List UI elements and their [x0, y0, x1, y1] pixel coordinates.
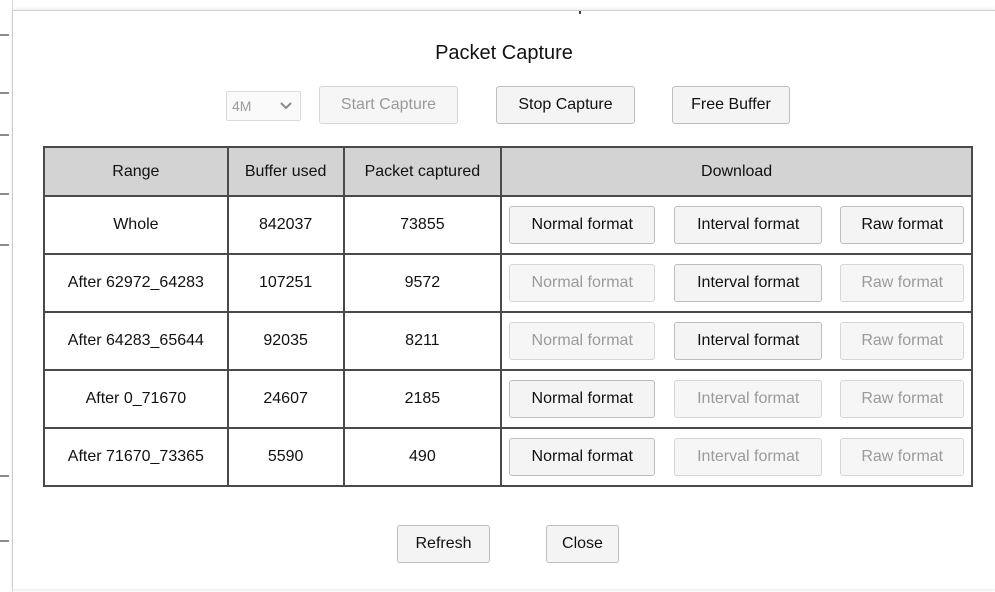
download-cell: Normal format Interval format Raw format [500, 253, 973, 313]
chevron-down-icon [280, 102, 292, 110]
column-header-range: Range [43, 146, 229, 197]
table-row: After 62972_64283 107251 9572 Normal for… [43, 253, 973, 313]
buffer-used-cell: 5590 [226, 427, 345, 487]
normal-format-button[interactable]: Normal format [509, 438, 656, 476]
interval-format-button[interactable]: Interval format [674, 264, 823, 302]
packets-captured-cell: 73855 [342, 195, 503, 255]
packets-captured-cell: 490 [342, 427, 503, 487]
download-cell: Normal format Interval format Raw format [500, 369, 973, 429]
buffer-size-value: 4M [232, 98, 252, 114]
column-header-packet-captured: Packet captured [342, 146, 503, 197]
raw-format-button[interactable]: Raw format [840, 438, 965, 476]
buffer-used-cell: 24607 [226, 369, 345, 429]
background-tick [0, 193, 9, 195]
normal-format-button[interactable]: Normal format [509, 206, 656, 244]
table-row: After 71670_73365 5590 490 Normal format… [43, 427, 973, 487]
raw-format-button[interactable]: Raw format [840, 322, 965, 360]
raw-format-button[interactable]: Raw format [840, 380, 965, 418]
table-header-row: Range Buffer used Packet captured Downlo… [43, 146, 973, 197]
range-cell: After 0_71670 [43, 369, 229, 429]
raw-format-button[interactable]: Raw format [840, 206, 965, 244]
start-capture-button[interactable]: Start Capture [319, 86, 458, 124]
column-header-download: Download [500, 146, 973, 197]
buffer-used-cell: 92035 [226, 311, 345, 371]
close-button[interactable]: Close [546, 525, 619, 563]
buffer-used-cell: 842037 [226, 195, 345, 255]
background-page-edge [0, 0, 13, 592]
download-cell: Normal format Interval format Raw format [500, 195, 973, 255]
background-tick [0, 92, 9, 94]
interval-format-button[interactable]: Interval format [674, 380, 823, 418]
interval-format-button[interactable]: Interval format [674, 322, 823, 360]
divider-mark [579, 11, 581, 14]
table-row: After 0_71670 24607 2185 Normal format I… [43, 369, 973, 429]
capture-table: Range Buffer used Packet captured Downlo… [43, 146, 973, 487]
column-header-buffer-used: Buffer used [226, 146, 345, 197]
buffer-size-select[interactable]: 4M [226, 91, 301, 121]
packets-captured-cell: 8211 [342, 311, 503, 371]
buffer-used-cell: 107251 [226, 253, 345, 313]
background-tick [0, 34, 9, 36]
range-cell: Whole [43, 195, 229, 255]
background-tick [0, 475, 9, 477]
normal-format-button[interactable]: Normal format [509, 380, 656, 418]
packets-captured-cell: 9572 [342, 253, 503, 313]
range-cell: After 62972_64283 [43, 253, 229, 313]
background-tick [0, 134, 9, 136]
download-cell: Normal format Interval format Raw format [500, 311, 973, 371]
stop-capture-button[interactable]: Stop Capture [496, 86, 635, 124]
normal-format-button[interactable]: Normal format [509, 322, 656, 360]
table-row: After 64283_65644 92035 8211 Normal form… [43, 311, 973, 371]
refresh-button[interactable]: Refresh [397, 525, 490, 563]
interval-format-button[interactable]: Interval format [674, 438, 823, 476]
background-tick [0, 244, 9, 246]
normal-format-button[interactable]: Normal format [509, 264, 656, 302]
range-cell: After 71670_73365 [43, 427, 229, 487]
packet-capture-dialog: Packet Capture 4M Start Capture Stop Cap… [13, 10, 995, 589]
range-cell: After 64283_65644 [43, 311, 229, 371]
dialog-title: Packet Capture [435, 42, 573, 64]
packets-captured-cell: 2185 [342, 369, 503, 429]
background-tick [0, 540, 9, 542]
table-row: Whole 842037 73855 Normal format Interva… [43, 195, 973, 255]
free-buffer-button[interactable]: Free Buffer [672, 86, 790, 124]
download-cell: Normal format Interval format Raw format [500, 427, 973, 487]
interval-format-button[interactable]: Interval format [674, 206, 823, 244]
raw-format-button[interactable]: Raw format [840, 264, 965, 302]
